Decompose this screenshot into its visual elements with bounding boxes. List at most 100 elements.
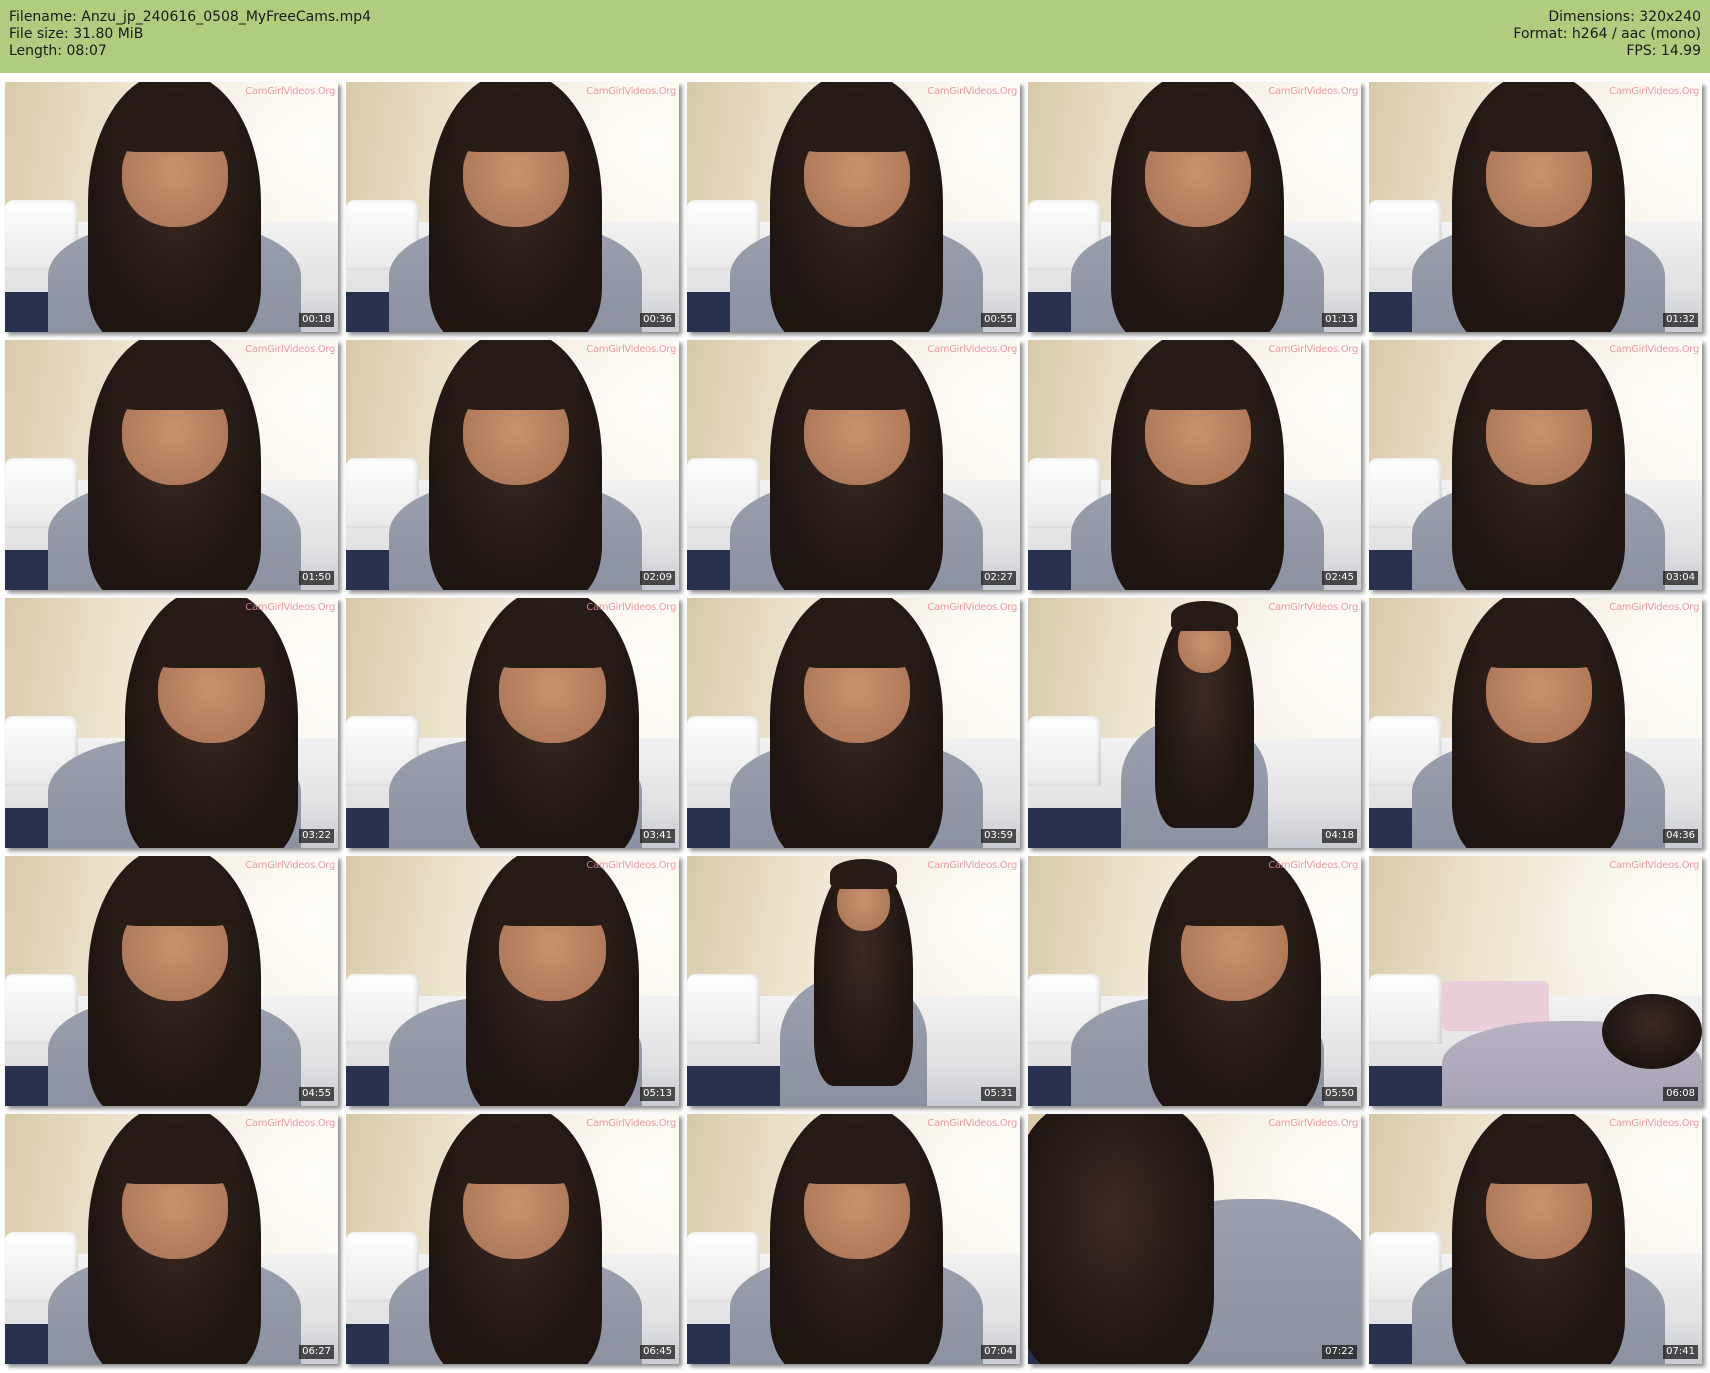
video-frame-image xyxy=(346,82,679,332)
timestamp-label: 01:50 xyxy=(299,571,334,585)
info-header: Filename: Anzu_jp_240616_0508_MyFreeCams… xyxy=(0,0,1710,73)
timestamp-label: 02:27 xyxy=(981,571,1016,585)
video-frame-image xyxy=(1028,856,1361,1106)
timestamp-label: 01:13 xyxy=(1322,313,1357,327)
thumbnail[interactable]: CamGirlVideos.Org 07:04 xyxy=(687,1114,1020,1364)
video-frame-image xyxy=(346,856,679,1106)
thumbnail[interactable]: CamGirlVideos.Org 05:31 xyxy=(687,856,1020,1106)
video-frame-image xyxy=(1369,856,1702,1106)
filename-text: Filename: Anzu_jp_240616_0508_MyFreeCams… xyxy=(9,9,372,25)
video-frame-image xyxy=(346,598,679,848)
thumbnail[interactable]: CamGirlVideos.Org 01:50 xyxy=(5,340,338,590)
timestamp-label: 02:45 xyxy=(1322,571,1357,585)
timestamp-label: 00:36 xyxy=(640,313,675,327)
video-frame-image xyxy=(5,1114,338,1364)
timestamp-label: 07:04 xyxy=(981,1345,1016,1359)
thumbnail[interactable]: CamGirlVideos.Org 07:22 xyxy=(1028,1114,1361,1364)
watermark: CamGirlVideos.Org xyxy=(1268,86,1358,97)
thumbnail[interactable]: CamGirlVideos.Org 00:18 xyxy=(5,82,338,332)
watermark: CamGirlVideos.Org xyxy=(586,344,676,355)
watermark: CamGirlVideos.Org xyxy=(1609,344,1699,355)
video-frame-image xyxy=(1369,1114,1702,1364)
video-frame-image xyxy=(5,856,338,1106)
watermark: CamGirlVideos.Org xyxy=(1609,1118,1699,1129)
timestamp-label: 05:31 xyxy=(981,1087,1016,1101)
timestamp-label: 01:32 xyxy=(1663,313,1698,327)
thumbnail[interactable]: CamGirlVideos.Org 04:36 xyxy=(1369,598,1702,848)
timestamp-label: 00:55 xyxy=(981,313,1016,327)
watermark: CamGirlVideos.Org xyxy=(1268,1118,1358,1129)
watermark: CamGirlVideos.Org xyxy=(1609,602,1699,613)
video-frame-image xyxy=(687,82,1020,332)
thumbnail[interactable]: CamGirlVideos.Org 06:27 xyxy=(5,1114,338,1364)
video-frame-image xyxy=(346,340,679,590)
thumbnail[interactable]: CamGirlVideos.Org 02:27 xyxy=(687,340,1020,590)
thumbnail[interactable]: CamGirlVideos.Org 03:04 xyxy=(1369,340,1702,590)
video-frame-image xyxy=(687,1114,1020,1364)
watermark: CamGirlVideos.Org xyxy=(586,86,676,97)
timestamp-label: 03:22 xyxy=(299,829,334,843)
video-frame-image xyxy=(1028,1114,1361,1364)
fps-text: FPS: 14.99 xyxy=(1626,43,1701,59)
timestamp-label: 03:04 xyxy=(1663,571,1698,585)
watermark: CamGirlVideos.Org xyxy=(245,86,335,97)
thumbnail[interactable]: CamGirlVideos.Org 00:36 xyxy=(346,82,679,332)
watermark: CamGirlVideos.Org xyxy=(245,1118,335,1129)
timestamp-label: 03:41 xyxy=(640,829,675,843)
watermark: CamGirlVideos.Org xyxy=(927,602,1017,613)
timestamp-label: 05:50 xyxy=(1322,1087,1357,1101)
thumbnail[interactable]: CamGirlVideos.Org 04:18 xyxy=(1028,598,1361,848)
meta-left: Filename: Anzu_jp_240616_0508_MyFreeCams… xyxy=(9,9,371,60)
video-frame-image xyxy=(5,82,338,332)
thumbnail[interactable]: CamGirlVideos.Org 06:45 xyxy=(346,1114,679,1364)
timestamp-label: 06:27 xyxy=(299,1345,334,1359)
watermark: CamGirlVideos.Org xyxy=(1268,860,1358,871)
watermark: CamGirlVideos.Org xyxy=(1609,860,1699,871)
video-frame-image xyxy=(5,340,338,590)
timestamp-label: 04:55 xyxy=(299,1087,334,1101)
video-frame-image xyxy=(687,856,1020,1106)
watermark: CamGirlVideos.Org xyxy=(245,344,335,355)
timestamp-label: 07:41 xyxy=(1663,1345,1698,1359)
watermark: CamGirlVideos.Org xyxy=(245,860,335,871)
watermark: CamGirlVideos.Org xyxy=(1268,602,1358,613)
video-frame-image xyxy=(1028,82,1361,332)
watermark: CamGirlVideos.Org xyxy=(586,602,676,613)
thumbnail[interactable]: CamGirlVideos.Org 03:41 xyxy=(346,598,679,848)
watermark: CamGirlVideos.Org xyxy=(1268,344,1358,355)
thumbnail[interactable]: CamGirlVideos.Org 01:32 xyxy=(1369,82,1702,332)
video-frame-image xyxy=(687,340,1020,590)
thumbnail[interactable]: CamGirlVideos.Org 01:13 xyxy=(1028,82,1361,332)
timestamp-label: 06:08 xyxy=(1663,1087,1698,1101)
timestamp-label: 05:13 xyxy=(640,1087,675,1101)
thumbnail[interactable]: CamGirlVideos.Org 04:55 xyxy=(5,856,338,1106)
thumbnail[interactable]: CamGirlVideos.Org 03:22 xyxy=(5,598,338,848)
timestamp-label: 07:22 xyxy=(1322,1345,1357,1359)
thumbnail[interactable]: CamGirlVideos.Org 02:09 xyxy=(346,340,679,590)
format-text: Format: h264 / aac (mono) xyxy=(1513,26,1701,42)
video-frame-image xyxy=(346,1114,679,1364)
video-frame-image xyxy=(1369,340,1702,590)
video-frame-image xyxy=(1028,340,1361,590)
thumbnail[interactable]: CamGirlVideos.Org 06:08 xyxy=(1369,856,1702,1106)
timestamp-label: 02:09 xyxy=(640,571,675,585)
file-size-text: File size: 31.80 MiB xyxy=(9,26,144,42)
thumbnail[interactable]: CamGirlVideos.Org 02:45 xyxy=(1028,340,1361,590)
watermark: CamGirlVideos.Org xyxy=(586,1118,676,1129)
timestamp-label: 04:36 xyxy=(1663,829,1698,843)
video-frame-image xyxy=(1028,598,1361,848)
watermark: CamGirlVideos.Org xyxy=(927,860,1017,871)
timestamp-label: 04:18 xyxy=(1322,829,1357,843)
thumbnail[interactable]: CamGirlVideos.Org 05:13 xyxy=(346,856,679,1106)
watermark: CamGirlVideos.Org xyxy=(927,1118,1017,1129)
video-frame-image xyxy=(1369,82,1702,332)
thumbnail[interactable]: CamGirlVideos.Org 03:59 xyxy=(687,598,1020,848)
thumbnail[interactable]: CamGirlVideos.Org 07:41 xyxy=(1369,1114,1702,1364)
timestamp-label: 06:45 xyxy=(640,1345,675,1359)
dimensions-text: Dimensions: 320x240 xyxy=(1548,9,1701,25)
thumbnail[interactable]: CamGirlVideos.Org 00:55 xyxy=(687,82,1020,332)
length-text: Length: 08:07 xyxy=(9,43,107,59)
timestamp-label: 03:59 xyxy=(981,829,1016,843)
thumbnail[interactable]: CamGirlVideos.Org 05:50 xyxy=(1028,856,1361,1106)
timestamp-label: 00:18 xyxy=(299,313,334,327)
